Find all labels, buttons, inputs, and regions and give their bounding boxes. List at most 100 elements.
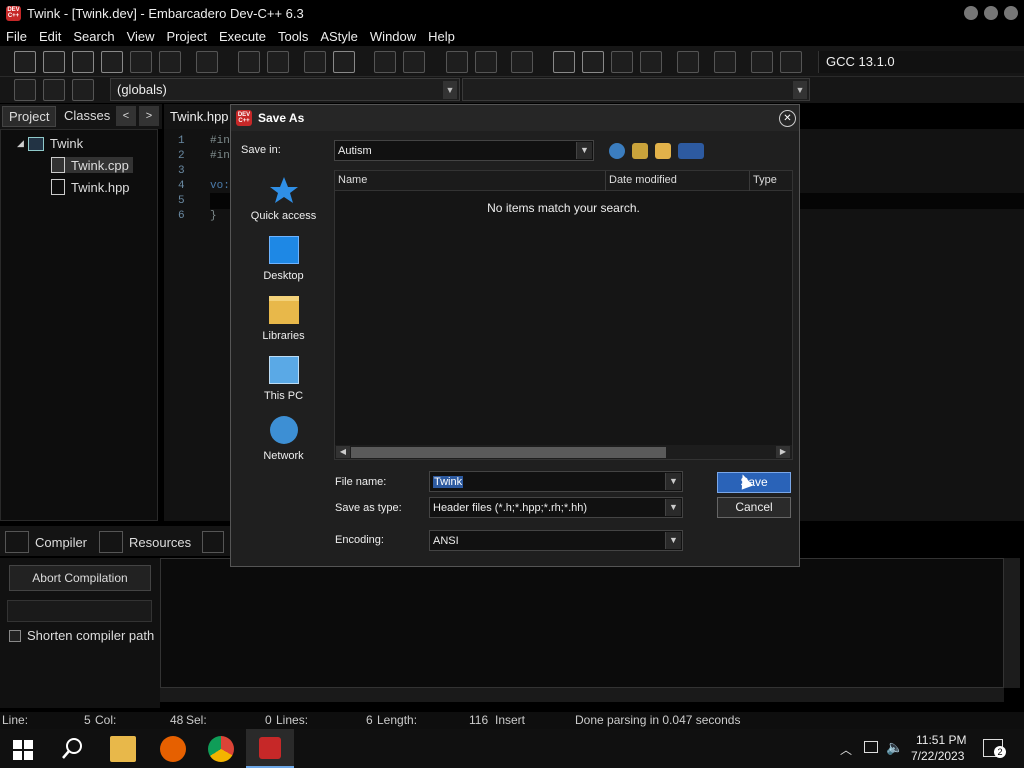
editor-tab-twink-hpp[interactable]: Twink.hpp bbox=[164, 104, 234, 129]
scrollbar-thumb[interactable] bbox=[351, 447, 666, 458]
firefox-icon[interactable] bbox=[160, 736, 186, 762]
clock-time[interactable]: 11:51 PM bbox=[916, 733, 966, 747]
cancel-button[interactable]: Cancel bbox=[717, 497, 791, 518]
chevron-right-icon[interactable]: > bbox=[139, 106, 159, 126]
tree-item-file[interactable]: Twink.cpp bbox=[51, 157, 133, 173]
file-list-scrollbar[interactable]: ◀ ▶ bbox=[335, 445, 792, 459]
output-horizontal-scrollbar[interactable] bbox=[160, 688, 1004, 702]
column-name[interactable]: Name bbox=[338, 174, 367, 186]
menu-tools[interactable]: Tools bbox=[272, 29, 314, 44]
search-icon[interactable] bbox=[60, 736, 86, 762]
scope-combo[interactable]: (globals) ▼ bbox=[110, 78, 460, 101]
chevron-down-icon[interactable]: ▼ bbox=[665, 499, 681, 516]
menu-execute[interactable]: Execute bbox=[213, 29, 272, 44]
menu-view[interactable]: View bbox=[121, 29, 161, 44]
function-combo[interactable]: ▼ bbox=[462, 78, 810, 101]
dialog-close-button[interactable]: ✕ bbox=[779, 110, 796, 127]
chevron-up-icon[interactable]: ︿ bbox=[840, 741, 852, 758]
maximize-button[interactable] bbox=[984, 6, 998, 20]
check-icon[interactable] bbox=[677, 51, 699, 73]
save-all-icon[interactable] bbox=[101, 51, 123, 73]
comment-icon[interactable] bbox=[511, 51, 533, 73]
compile-icon[interactable] bbox=[553, 51, 575, 73]
compiler-output[interactable] bbox=[160, 558, 1004, 688]
chevron-down-icon[interactable]: ▼ bbox=[443, 81, 457, 99]
column-divider[interactable] bbox=[749, 171, 750, 191]
file-name-input[interactable]: Twink ▼ bbox=[429, 471, 683, 492]
new-file-icon[interactable] bbox=[14, 51, 36, 73]
scroll-right-icon[interactable]: ▶ bbox=[776, 446, 790, 458]
devcpp-taskbar-button[interactable] bbox=[246, 729, 294, 768]
scroll-left-icon[interactable]: ◀ bbox=[336, 446, 350, 458]
chart-icon[interactable] bbox=[751, 51, 773, 73]
tree-item-file[interactable]: Twink.hpp bbox=[51, 179, 130, 195]
close-file-icon[interactable] bbox=[130, 51, 152, 73]
tab-resources[interactable]: Resources bbox=[99, 531, 191, 553]
network-icon[interactable] bbox=[864, 741, 878, 753]
encoding-select[interactable]: ANSI ▼ bbox=[429, 530, 683, 551]
back-icon[interactable] bbox=[609, 143, 625, 159]
new-folder-icon[interactable] bbox=[655, 143, 671, 159]
minimize-button[interactable] bbox=[964, 6, 978, 20]
save-in-combo[interactable]: Autism ▼ bbox=[334, 140, 594, 161]
rebuild-icon[interactable] bbox=[640, 51, 662, 73]
file-explorer-icon[interactable] bbox=[110, 736, 136, 762]
undo-icon[interactable] bbox=[374, 51, 396, 73]
chrome-icon[interactable] bbox=[208, 736, 234, 762]
compile-run-icon[interactable] bbox=[611, 51, 633, 73]
tab-log[interactable] bbox=[202, 531, 230, 553]
print-icon[interactable] bbox=[196, 51, 218, 73]
menu-edit[interactable]: Edit bbox=[33, 29, 67, 44]
menu-search[interactable]: Search bbox=[67, 29, 120, 44]
chevron-down-icon[interactable]: ▼ bbox=[665, 532, 681, 549]
expand-icon[interactable]: ◢ bbox=[17, 138, 24, 149]
chevron-left-icon[interactable]: < bbox=[116, 106, 136, 126]
shorten-compiler-path-option[interactable]: Shorten compiler path bbox=[9, 628, 154, 643]
compiler-selector[interactable]: GCC 13.1.0 bbox=[818, 51, 1024, 73]
tab-compiler[interactable]: Compiler bbox=[5, 531, 87, 553]
unindent-icon[interactable] bbox=[333, 51, 355, 73]
place-libraries[interactable]: Libraries bbox=[241, 296, 326, 342]
find-icon[interactable] bbox=[238, 51, 260, 73]
delete-profile-icon[interactable] bbox=[780, 51, 802, 73]
menu-help[interactable]: Help bbox=[422, 29, 461, 44]
goto-bookmark-icon[interactable] bbox=[72, 79, 94, 101]
place-desktop[interactable]: Desktop bbox=[241, 236, 326, 282]
tab-project[interactable]: Project bbox=[2, 106, 57, 127]
place-network[interactable]: Network bbox=[241, 416, 326, 462]
shorten-compiler-path-checkbox[interactable] bbox=[9, 629, 21, 642]
tree-item-project[interactable]: ◢ Twink bbox=[17, 136, 83, 151]
redo-icon[interactable] bbox=[403, 51, 425, 73]
insert-icon[interactable] bbox=[14, 79, 36, 101]
notification-icon[interactable]: 2 bbox=[983, 739, 1006, 758]
save-button[interactable]: Save bbox=[717, 472, 791, 493]
save-icon[interactable] bbox=[72, 51, 94, 73]
menu-window[interactable]: Window bbox=[364, 29, 422, 44]
open-file-icon[interactable] bbox=[43, 51, 65, 73]
tab-classes[interactable]: Classes bbox=[58, 106, 116, 127]
close-window-button[interactable] bbox=[1004, 6, 1018, 20]
view-menu-icon[interactable] bbox=[678, 143, 704, 159]
toggle-bookmark-icon[interactable] bbox=[43, 79, 65, 101]
bookmark-icon[interactable] bbox=[475, 51, 497, 73]
menu-project[interactable]: Project bbox=[161, 29, 213, 44]
save-as-type-select[interactable]: Header files (*.h;*.hpp;*.rh;*.hh) ▼ bbox=[429, 497, 683, 518]
goto-icon[interactable] bbox=[446, 51, 468, 73]
place-this-pc[interactable]: This PC bbox=[241, 356, 326, 402]
chevron-down-icon[interactable]: ▼ bbox=[665, 473, 681, 490]
replace-icon[interactable] bbox=[267, 51, 289, 73]
stop-icon[interactable] bbox=[714, 51, 736, 73]
close-all-icon[interactable] bbox=[159, 51, 181, 73]
indent-icon[interactable] bbox=[304, 51, 326, 73]
file-list[interactable]: Name Date modified Type No items match y… bbox=[334, 170, 793, 460]
menu-file[interactable]: File bbox=[0, 29, 33, 44]
clock-date[interactable]: 7/22/2023 bbox=[911, 749, 964, 763]
column-type[interactable]: Type bbox=[753, 174, 777, 186]
column-date-modified[interactable]: Date modified bbox=[609, 174, 677, 186]
up-folder-icon[interactable] bbox=[632, 143, 648, 159]
run-icon[interactable] bbox=[582, 51, 604, 73]
column-divider[interactable] bbox=[605, 171, 606, 191]
place-quick-access[interactable]: Quick access bbox=[241, 176, 326, 222]
chevron-down-icon[interactable]: ▼ bbox=[793, 81, 807, 99]
chevron-down-icon[interactable]: ▼ bbox=[576, 142, 592, 159]
